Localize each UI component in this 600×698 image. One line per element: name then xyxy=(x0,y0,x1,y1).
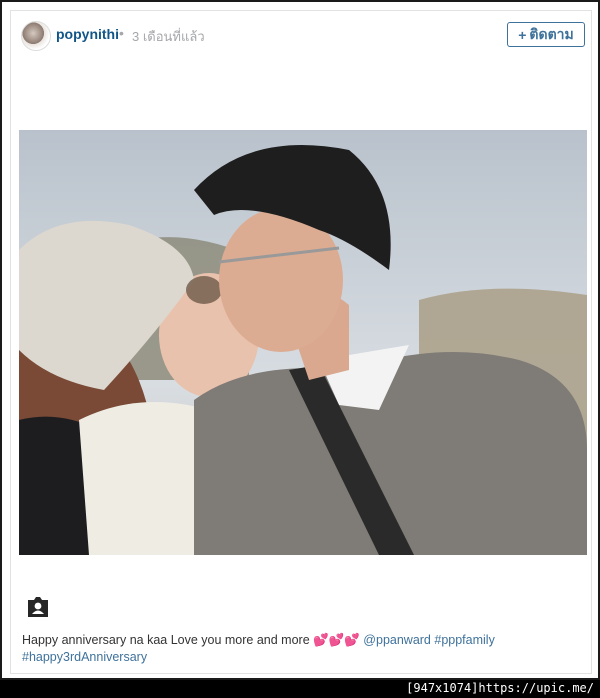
username-link[interactable]: popynithi xyxy=(56,26,119,42)
plus-icon: + xyxy=(518,26,527,43)
avatar[interactable] xyxy=(21,21,51,51)
caption-text: Happy anniversary na kaa Love you more a… xyxy=(22,633,364,647)
watermark-bar: [947x1074]https://upic.me/ xyxy=(0,680,600,698)
separator-dot: • xyxy=(119,25,124,41)
post-caption: Happy anniversary na kaa Love you more a… xyxy=(22,632,582,666)
hashtag-link[interactable]: #happy3rdAnniversary xyxy=(22,650,147,664)
follow-button-label: ติดตาม xyxy=(529,25,574,42)
post-timestamp[interactable]: 3 เดือนที่แล้ว xyxy=(132,26,205,47)
person-tag-icon[interactable] xyxy=(26,595,50,619)
follow-button[interactable]: + ติดตาม xyxy=(507,22,585,47)
post-header: popynithi • 3 เดือนที่แล้ว + ติดตาม xyxy=(11,11,591,59)
photo-image xyxy=(19,130,587,555)
screenshot-frame: popynithi • 3 เดือนที่แล้ว + ติดตาม Happ… xyxy=(0,0,600,680)
post-photo[interactable] xyxy=(19,130,587,555)
watermark-text: [947x1074]https://upic.me/ xyxy=(406,681,594,695)
post-card: popynithi • 3 เดือนที่แล้ว + ติดตาม Happ… xyxy=(10,10,592,674)
hashtag-link[interactable]: #pppfamily xyxy=(434,633,494,647)
mention-link[interactable]: @ppanward xyxy=(363,633,431,647)
